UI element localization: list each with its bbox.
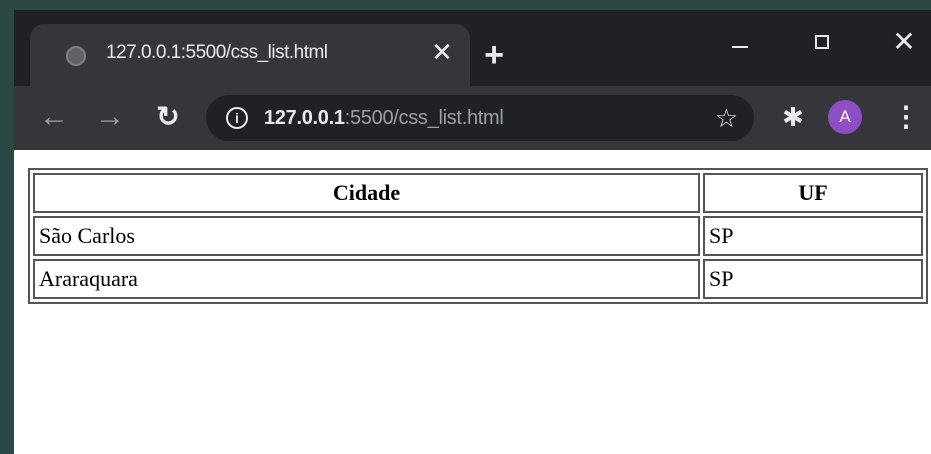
address-bar[interactable]: i 127.0.0.1:5500/css_list.html ☆: [206, 95, 754, 141]
tab-strip: 127.0.0.1:5500/css_list.html ✕ + ✕: [14, 10, 931, 86]
star-icon[interactable]: ☆: [715, 103, 738, 133]
browser-window: 127.0.0.1:5500/css_list.html ✕ + ✕ ← → ↻…: [14, 10, 931, 454]
arrow-right-icon[interactable]: →: [92, 100, 128, 136]
avatar[interactable]: A: [828, 100, 862, 134]
table-header-row: Cidade UF: [33, 173, 923, 213]
header-cidade: Cidade: [33, 173, 700, 213]
arrow-left-icon[interactable]: ←: [36, 100, 72, 136]
browser-toolbar: ← → ↻ i 127.0.0.1:5500/css_list.html ☆ ✱…: [14, 86, 931, 150]
info-icon[interactable]: i: [226, 107, 248, 129]
close-icon[interactable]: ✕: [426, 36, 458, 68]
reload-icon[interactable]: ↻: [150, 100, 186, 136]
table-row: São Carlos SP: [33, 216, 923, 256]
page-content: Cidade UF São Carlos SP Araraquara SP: [14, 150, 931, 454]
url-path: :5500/css_list.html: [344, 107, 504, 129]
new-tab-button[interactable]: +: [476, 38, 512, 74]
url-host: 127.0.0.1: [264, 107, 345, 129]
window-close-icon[interactable]: ✕: [884, 22, 924, 62]
tab-title: 127.0.0.1:5500/css_list.html: [106, 42, 328, 63]
maximize-icon[interactable]: [802, 22, 842, 62]
url-text[interactable]: 127.0.0.1:5500/css_list.html: [264, 107, 504, 130]
table-row: Araraquara SP: [33, 259, 923, 299]
header-uf: UF: [703, 173, 923, 213]
minimize-icon[interactable]: [720, 22, 760, 62]
cities-table: Cidade UF São Carlos SP Araraquara SP: [28, 168, 928, 304]
cell-cidade: São Carlos: [33, 216, 700, 256]
kebab-menu-icon[interactable]: ⋮: [892, 100, 920, 134]
globe-icon: [66, 46, 86, 66]
active-tab[interactable]: 127.0.0.1:5500/css_list.html ✕: [30, 24, 470, 86]
cell-uf: SP: [703, 216, 923, 256]
puzzle-icon[interactable]: ✱: [776, 100, 810, 134]
cell-cidade: Araraquara: [33, 259, 700, 299]
cell-uf: SP: [703, 259, 923, 299]
